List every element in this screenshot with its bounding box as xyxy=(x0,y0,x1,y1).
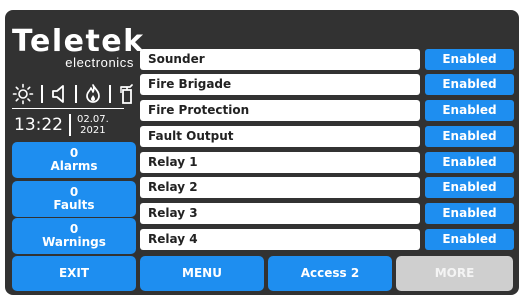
alarms-button[interactable]: 0 Alarms xyxy=(12,142,136,178)
screen: Teletek electronics 13:22 02.07. 2021 0 … xyxy=(0,0,524,300)
output-row-label[interactable]: Relay 4 xyxy=(140,229,420,250)
warnings-label: Warnings xyxy=(42,235,106,249)
exit-button[interactable]: EXIT xyxy=(12,256,136,291)
status-divider xyxy=(12,108,124,109)
icon-divider xyxy=(109,85,111,103)
output-status-toggle[interactable]: Enabled xyxy=(425,177,514,198)
menu-button[interactable]: MENU xyxy=(140,256,264,291)
icon-divider xyxy=(75,85,77,103)
icon-divider xyxy=(41,85,43,103)
output-row-label[interactable]: Sounder xyxy=(140,49,420,70)
clock-date-day-month: 02.07. xyxy=(77,114,109,125)
brand-name: Teletek xyxy=(12,24,145,59)
sun-icon xyxy=(12,83,34,105)
output-status-toggle[interactable]: Enabled xyxy=(425,49,514,70)
clock-time: 13:22 xyxy=(14,115,63,135)
clock: 13:22 02.07. 2021 xyxy=(14,113,132,137)
output-row-label[interactable]: Relay 1 xyxy=(140,152,420,173)
brand-logo: Teletek electronics xyxy=(12,26,143,74)
warnings-button[interactable]: 0 Warnings xyxy=(12,218,136,254)
flame-icon xyxy=(84,83,102,105)
output-status-toggle[interactable]: Enabled xyxy=(425,152,514,173)
output-status-toggle[interactable]: Enabled xyxy=(425,229,514,250)
output-status-toggle[interactable]: Enabled xyxy=(425,126,514,147)
alarms-label: Alarms xyxy=(50,159,98,173)
output-row-label[interactable]: Relay 2 xyxy=(140,177,420,198)
output-row-label[interactable]: Fault Output xyxy=(140,126,420,147)
speaker-icon xyxy=(50,83,68,105)
faults-button[interactable]: 0 Faults xyxy=(12,181,136,217)
clock-divider xyxy=(69,114,71,136)
fire-extinguisher-icon xyxy=(118,83,136,105)
more-button[interactable]: MORE xyxy=(396,256,513,291)
output-status-toggle[interactable]: Enabled xyxy=(425,203,514,224)
output-status-toggle[interactable]: Enabled xyxy=(425,74,514,95)
clock-date: 02.07. 2021 xyxy=(77,114,109,136)
output-row-label[interactable]: Fire Protection xyxy=(140,100,420,121)
output-row-label[interactable]: Relay 3 xyxy=(140,203,420,224)
output-status-toggle[interactable]: Enabled xyxy=(425,100,514,121)
output-row-label[interactable]: Fire Brigade xyxy=(140,74,420,95)
brand-tagline: electronics xyxy=(65,55,134,70)
access-level-button[interactable]: Access 2 xyxy=(268,256,392,291)
status-icons-bar xyxy=(12,82,136,106)
clock-date-year: 2021 xyxy=(80,125,106,136)
faults-label: Faults xyxy=(53,198,95,212)
